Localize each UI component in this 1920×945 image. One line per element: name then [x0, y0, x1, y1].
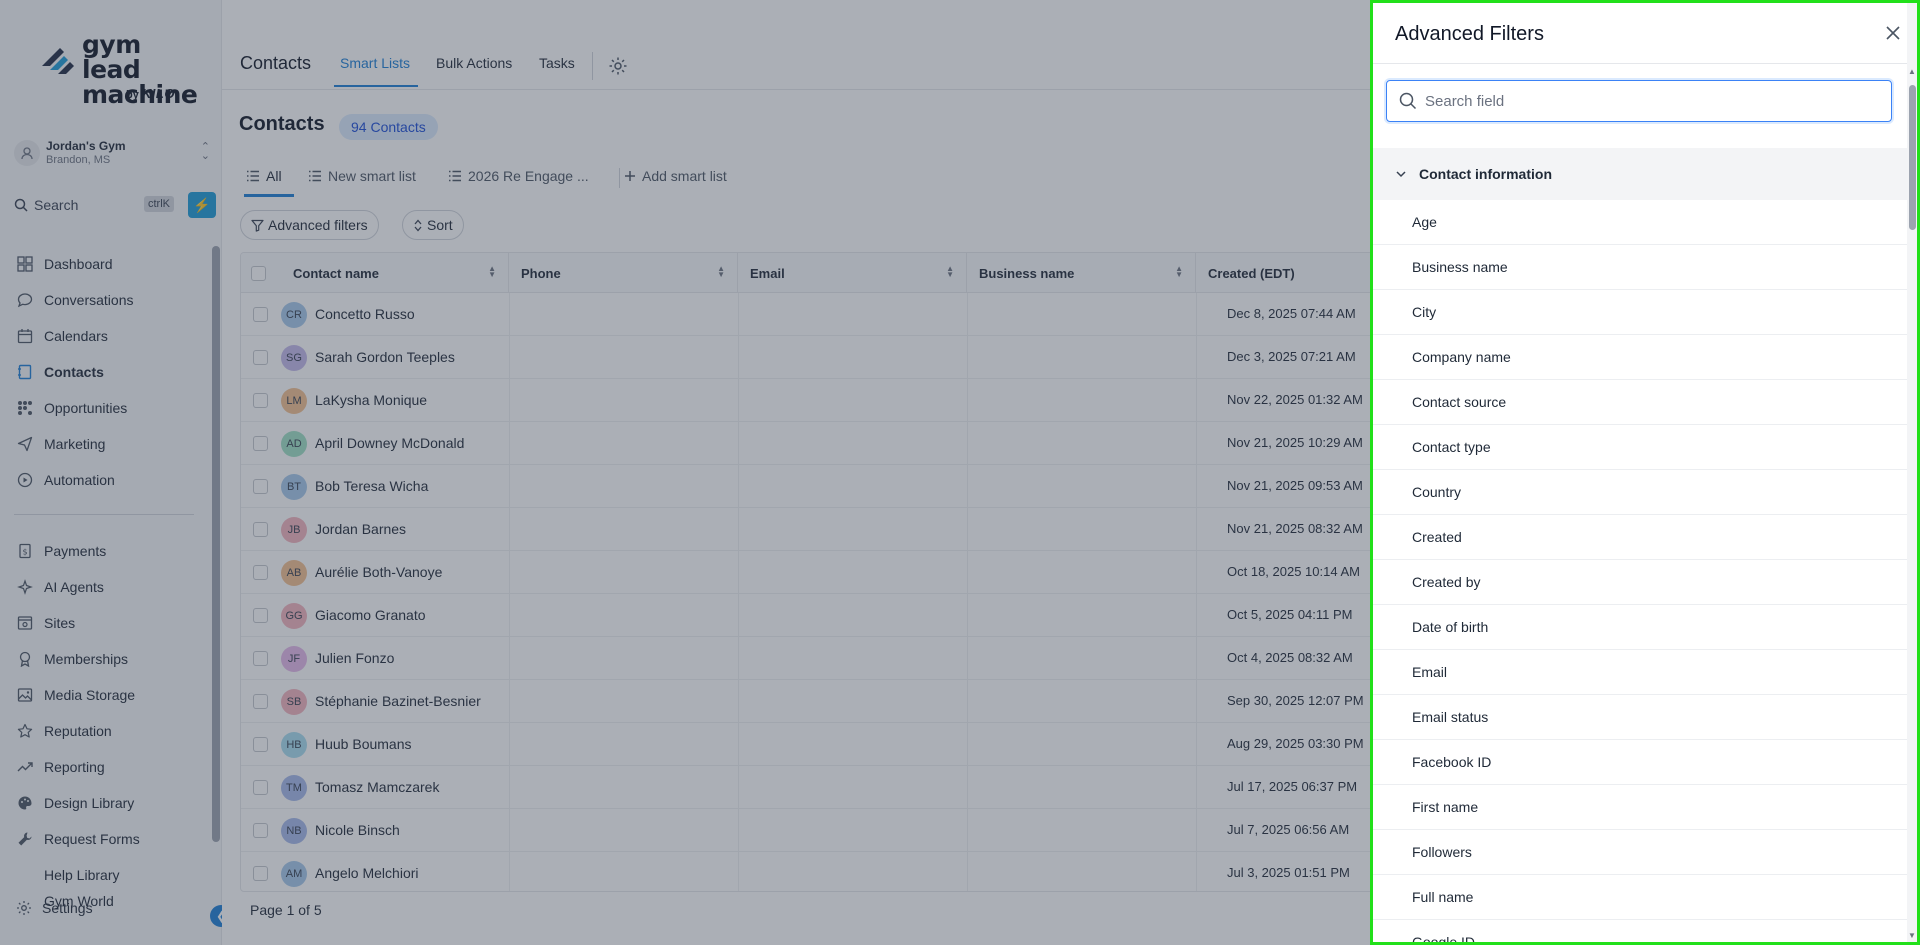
filter-field-option[interactable]: Created by	[1373, 560, 1907, 605]
scroll-up-arrow-icon[interactable]: ▲	[1908, 67, 1916, 76]
filter-field-option[interactable]: Date of birth	[1373, 605, 1907, 650]
close-icon[interactable]	[1883, 23, 1903, 43]
filter-field-option[interactable]: Contact type	[1373, 425, 1907, 470]
filter-field-option[interactable]: Business name	[1373, 245, 1907, 290]
modal-backdrop[interactable]	[0, 0, 1370, 945]
section-label: Contact information	[1419, 166, 1552, 182]
panel-scrollbar-thumb[interactable]	[1909, 85, 1916, 230]
chevron-down-icon	[1395, 168, 1407, 180]
panel-title: Advanced Filters	[1395, 23, 1544, 45]
filter-field-option[interactable]: City	[1373, 290, 1907, 335]
filter-field-option[interactable]: Full name	[1373, 875, 1907, 920]
filter-field-option[interactable]: Contact source	[1373, 380, 1907, 425]
filter-field-option[interactable]: Country	[1373, 470, 1907, 515]
advanced-filters-panel: Advanced Filters Contact information Age…	[1370, 0, 1920, 945]
field-list: Age Business name City Company name Contact …	[1373, 200, 1907, 942]
filter-field-option[interactable]: Facebook ID	[1373, 740, 1907, 785]
filter-field-option[interactable]: Company name	[1373, 335, 1907, 380]
filter-field-option[interactable]: Age	[1373, 200, 1907, 245]
filter-field-option[interactable]: Created	[1373, 515, 1907, 560]
filter-field-option[interactable]: Email status	[1373, 695, 1907, 740]
field-search-box[interactable]	[1386, 80, 1892, 122]
section-contact-information[interactable]: Contact information	[1373, 148, 1907, 200]
filter-field-option[interactable]: Google ID	[1373, 920, 1907, 942]
search-icon	[1399, 92, 1417, 110]
filter-field-option[interactable]: Email	[1373, 650, 1907, 695]
filter-field-option[interactable]: First name	[1373, 785, 1907, 830]
panel-divider	[1373, 63, 1917, 64]
scroll-down-arrow-icon[interactable]: ▼	[1908, 931, 1916, 940]
field-search-input[interactable]	[1425, 92, 1865, 110]
filter-field-option[interactable]: Followers	[1373, 830, 1907, 875]
